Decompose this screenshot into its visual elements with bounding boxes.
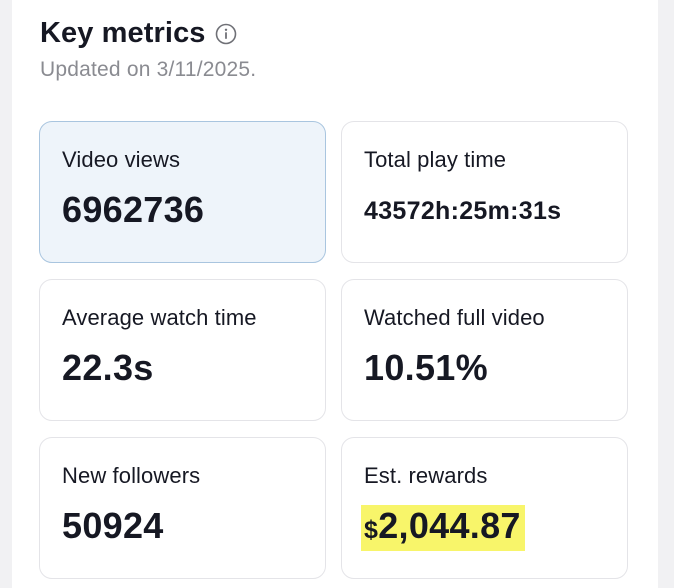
metric-card-average-watch-time[interactable]: Average watch time 22.3s: [39, 279, 326, 421]
rewards-amount: 2,044.87: [378, 505, 521, 546]
metric-value: 22.3s: [62, 347, 154, 388]
metric-card-video-views[interactable]: Video views 6962736: [39, 121, 326, 263]
info-icon[interactable]: [214, 22, 238, 46]
metric-label: Video views: [62, 147, 181, 172]
page-title: Key metrics: [40, 17, 206, 49]
metric-value: 50924: [62, 505, 164, 546]
metric-card-watched-full-video[interactable]: Watched full video 10.51%: [341, 279, 628, 421]
metric-label: Est. rewards: [364, 463, 488, 488]
metric-value: 10.51%: [364, 347, 488, 388]
rewards-highlight: $2,044.87: [361, 505, 525, 551]
metric-value: $2,044.87: [361, 505, 605, 551]
updated-date: Updated on 3/11/2025.: [40, 58, 257, 81]
metric-label: Watched full video: [364, 305, 545, 330]
metric-label: Total play time: [364, 147, 507, 172]
metric-card-est-rewards[interactable]: Est. rewards $2,044.87: [341, 437, 628, 579]
currency-symbol: $: [364, 516, 379, 544]
metric-value: 6962736: [62, 189, 205, 230]
key-metrics-header: Key metrics Updated on 3/11/2025.: [40, 14, 256, 84]
metric-card-total-play-time[interactable]: Total play time 43572h:25m:31s: [341, 121, 628, 263]
metric-label: New followers: [62, 463, 201, 488]
title-row: Key metrics: [40, 14, 256, 52]
metric-label: Average watch time: [62, 305, 257, 330]
metric-value: 43572h:25m:31s: [364, 197, 562, 225]
metrics-grid: Video views 6962736 Total play time 4357…: [39, 121, 628, 579]
metric-card-new-followers[interactable]: New followers 50924: [39, 437, 326, 579]
key-metrics-panel: Key metrics Updated on 3/11/2025. Video …: [12, 0, 658, 588]
